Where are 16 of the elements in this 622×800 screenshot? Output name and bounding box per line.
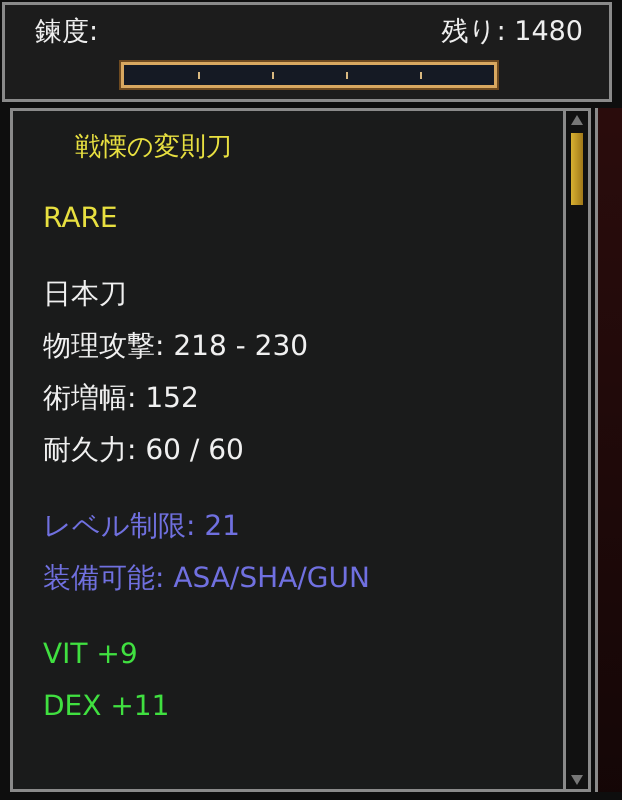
scroll-down-icon[interactable] [571,775,583,785]
rarity-line: RARE [43,200,119,236]
requirement-line: 装備可能: ASA/SHA/GUN [43,560,371,596]
stat-line: 日本刀 [43,276,128,312]
bonus-line: DEX +11 [43,688,170,724]
stat-line: 物理攻撃: 218 - 230 [43,328,310,364]
requirement-line: レベル制限: 21 [43,508,241,544]
stat-line: 耐久力: 60 / 60 [43,432,245,468]
scroll-thumb[interactable] [571,133,583,205]
scrollbar[interactable] [563,108,591,792]
remaining-points: 残り: 1480 [442,15,583,49]
scroll-up-icon[interactable] [571,115,583,125]
proficiency-label: 鍊度: [35,15,100,49]
item-name: 戦慄の変則刀 [75,131,233,164]
stat-line: 術増幅: 152 [43,380,200,416]
bonus-line: VIT +9 [43,636,139,672]
